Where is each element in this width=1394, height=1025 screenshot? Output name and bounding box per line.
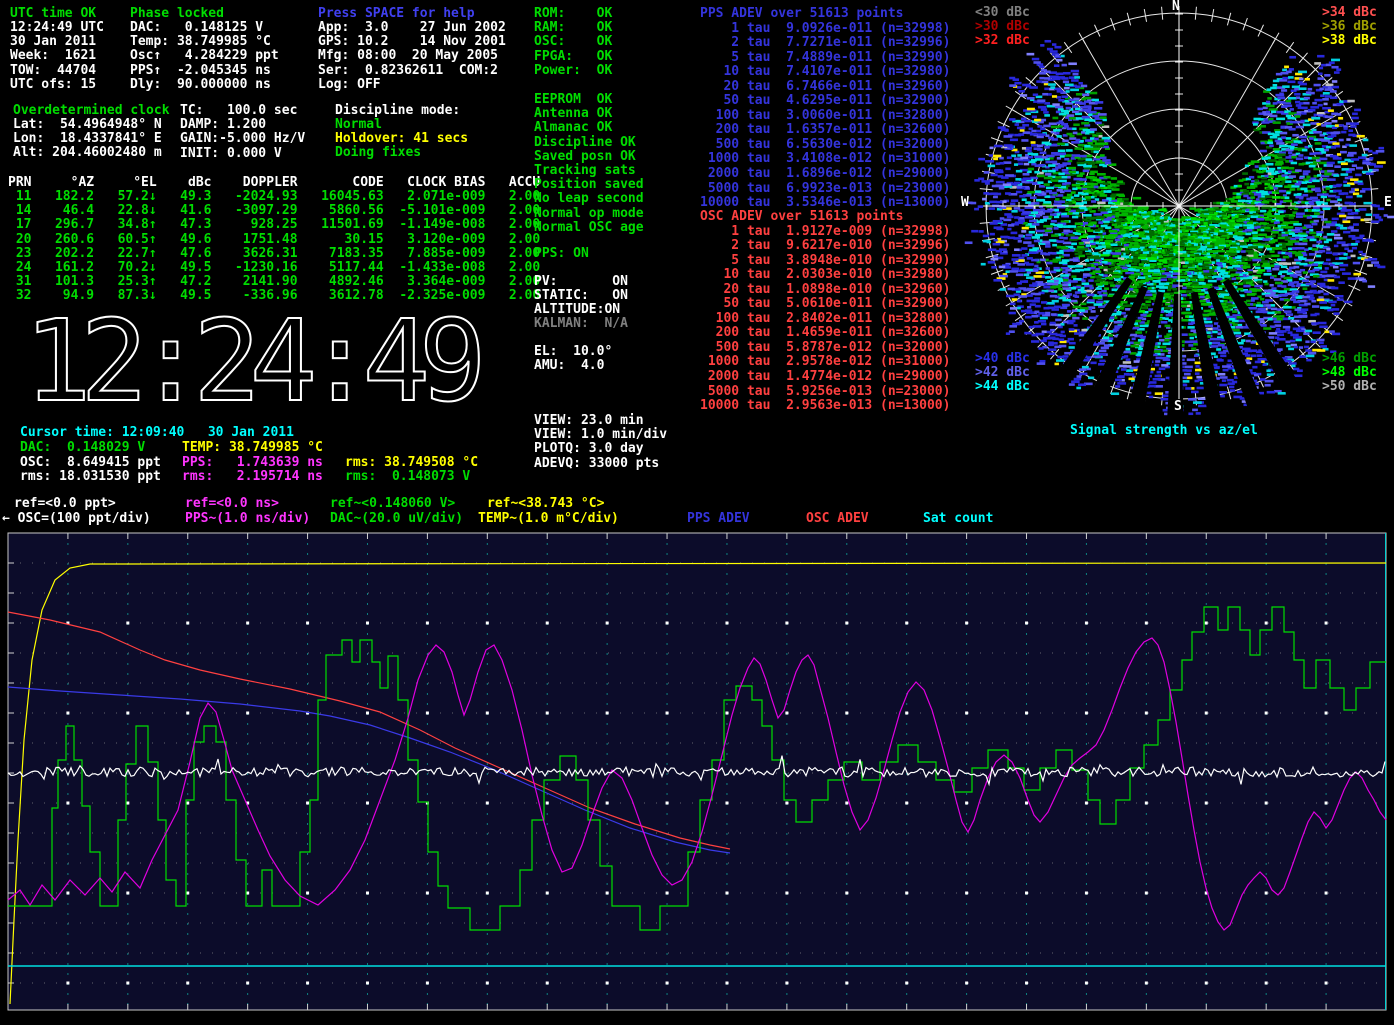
dac-scale-label: DAC~(20.0 uV/div): [330, 512, 463, 526]
view-block: VIEW: 23.0 min VIEW: 1.0 min/div PLOTQ: …: [534, 414, 667, 471]
rms-pps: rms: 2.195714 ns: [182, 470, 323, 484]
temp-scale-label: TEMP~(1.0 m°C/div): [478, 512, 619, 526]
radar-caption: Signal strength vs az/el: [1070, 424, 1258, 438]
osc-adev-legend: OSC ADEV: [806, 512, 869, 526]
lady-heather-screen: { "header": { "utc": {"title":"UTC time …: [0, 0, 1394, 1025]
compass-south-label: S: [1174, 400, 1182, 414]
pps-status: PPS: ON: [534, 247, 589, 261]
position-block: Lat: 54.4964948° N Lon: 18.4337841° E Al…: [13, 118, 162, 161]
plot-svg[interactable]: [0, 530, 1394, 1025]
temp-ref-label: ref~<38.743 °C>: [487, 497, 604, 511]
osc-adev-table: OSC ADEV over 51613 points 1 tau 1.9127e…: [700, 210, 950, 414]
rms-dac: rms: 0.148073 V: [345, 470, 470, 484]
osc-scale-label: ← OSC=(100 ppt/div): [2, 512, 151, 526]
dbc-legend-item: >50 dBc: [1322, 380, 1377, 394]
dbc-legend-item: >38 dBc: [1322, 34, 1377, 48]
kalman-status: KALMAN: N/A: [534, 317, 628, 331]
el-amu-block: EL: 10.0° AMU: 4.0: [534, 345, 612, 373]
fix-modes-block: PV: ON STATIC: ON ALTITUDE:ON: [534, 275, 628, 318]
fixes-status: Doing fixes: [335, 146, 421, 160]
selftest-block: ROM: OK RAM: OK OSC: OK FPGA: OK Power: …: [534, 7, 612, 78]
pps-adev-table: PPS ADEV over 51613 points 1 tau 9.0926e…: [700, 7, 950, 211]
compass-north-label: N: [1172, 0, 1180, 14]
dbc-legend-item: >32 dBc: [975, 34, 1030, 48]
sat-count-legend: Sat count: [923, 512, 993, 526]
version-block: App: 3.0 27 Jun 2002 GPS: 10.2 14 Nov 20…: [318, 21, 506, 92]
cursor-dac: DAC: 0.148029 V: [20, 441, 145, 455]
pps-scale-label: PPS~(1.0 ns/div): [185, 512, 310, 526]
digital-clock: 12:24:49: [24, 297, 475, 427]
gps-status-list: EEPROM OK Antenna OK Almanac OK Discipli…: [534, 93, 644, 235]
pps-adev-legend: PPS ADEV: [687, 512, 750, 526]
compass-west-label: W: [961, 196, 969, 210]
cursor-temp: TEMP: 38.749985 °C: [182, 441, 323, 455]
osc-ref-label: ref=<0.0 ppt>: [14, 497, 116, 511]
cursor-time: Cursor time: 12:09:40 30 Jan 2011: [20, 426, 294, 440]
pps-ref-label: ref=<0.0 ns>: [185, 497, 279, 511]
compass-east-label: E: [1384, 196, 1392, 210]
phase-block: DAC: 0.148125 V Temp: 38.749985 °C Osc↑ …: [130, 21, 279, 92]
utc-time-block: 12:24:49 UTC 30 Jan 2011 Week: 1621 TOW:…: [10, 21, 104, 92]
sat-rows: 11 182.2 57.2↓ 49.3 -2024.93 16045.63 2.…: [8, 190, 540, 304]
dbc-legend-item: >44 dBc: [975, 380, 1030, 394]
dac-ref-label: ref~<0.148060 V>: [330, 497, 455, 511]
rms-osc: rms: 18.031530 ppt: [20, 470, 161, 484]
loop-params-block: TC: 100.0 sec DAMP: 1.200 GAIN:-5.000 Hz…: [180, 104, 305, 161]
